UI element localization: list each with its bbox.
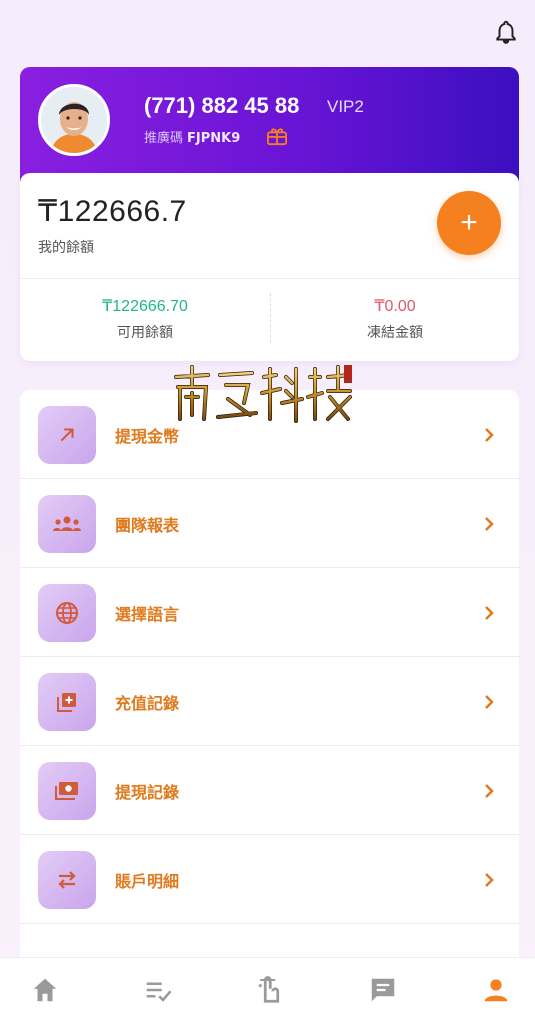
cash-icon xyxy=(38,762,96,820)
recharge-button[interactable]: + xyxy=(437,191,501,255)
divider xyxy=(20,278,519,279)
globe-icon xyxy=(38,584,96,642)
add-box-icon xyxy=(38,673,96,731)
tap-icon[interactable] xyxy=(254,975,284,1005)
avatar[interactable] xyxy=(38,84,110,156)
balance-amount: ₸122666.7 xyxy=(38,195,187,228)
available-balance: ₸122666.70 可用餘額 xyxy=(20,296,270,342)
balance-label: 我的餘額 xyxy=(38,240,94,256)
tasks-icon[interactable] xyxy=(143,975,173,1005)
balance-card: ₸122666.7 我的餘額 + ₸122666.70 可用餘額 ₸0.00 凍… xyxy=(20,173,519,361)
bell-icon[interactable] xyxy=(493,18,519,46)
menu-item-recharge-records[interactable]: 充值記錄 xyxy=(20,657,519,746)
phone-number: (771) 882 45 88 xyxy=(144,93,300,118)
plus-icon: + xyxy=(460,206,478,239)
chevron-right-icon xyxy=(485,517,494,531)
promo-code[interactable]: FJPNK9 xyxy=(187,131,240,146)
team-icon xyxy=(38,495,96,553)
frozen-balance: ₸0.00 凍結金額 xyxy=(270,296,520,342)
menu-item-label: 提現金幣 xyxy=(115,427,180,446)
home-icon[interactable] xyxy=(30,975,60,1005)
frozen-value: ₸0.00 xyxy=(374,298,416,315)
chevron-right-icon xyxy=(485,873,494,887)
profile-icon[interactable] xyxy=(481,975,511,1005)
menu-item-label: 團隊報表 xyxy=(115,516,180,535)
menu-item-account-details[interactable]: 賬戶明細 xyxy=(20,835,519,924)
chevron-right-icon xyxy=(485,695,494,709)
frozen-label: 凍結金額 xyxy=(367,325,423,341)
chevron-right-icon xyxy=(485,784,494,798)
menu-list: 提現金幣 團隊報表 選擇語言 充值記錄 提現記錄 賬戶明細 xyxy=(20,390,519,960)
menu-item-label: 提現記錄 xyxy=(115,783,180,802)
promo-label: 推廣碼 xyxy=(144,131,184,146)
bottom-tab-bar xyxy=(0,957,535,1024)
watermark-logo xyxy=(174,365,352,423)
available-label: 可用餘額 xyxy=(117,325,173,341)
chevron-right-icon xyxy=(485,428,494,442)
menu-item-language[interactable]: 選擇語言 xyxy=(20,568,519,657)
gift-icon[interactable] xyxy=(266,126,288,146)
vip-level: VIP2 xyxy=(327,97,364,116)
message-icon[interactable] xyxy=(368,975,398,1005)
menu-item-withdraw-records[interactable]: 提現記錄 xyxy=(20,746,519,835)
available-value: ₸122666.70 xyxy=(102,298,188,315)
menu-item-team-report[interactable]: 團隊報表 xyxy=(20,479,519,568)
menu-item-label: 賬戶明細 xyxy=(115,872,180,891)
promo-code-row: 推廣碼 FJPNK9 xyxy=(144,127,240,146)
arrow-up-right-icon xyxy=(38,406,96,464)
swap-icon xyxy=(38,851,96,909)
menu-item-label: 充值記錄 xyxy=(115,694,180,713)
menu-item-label: 選擇語言 xyxy=(115,605,180,624)
chevron-right-icon xyxy=(485,606,494,620)
